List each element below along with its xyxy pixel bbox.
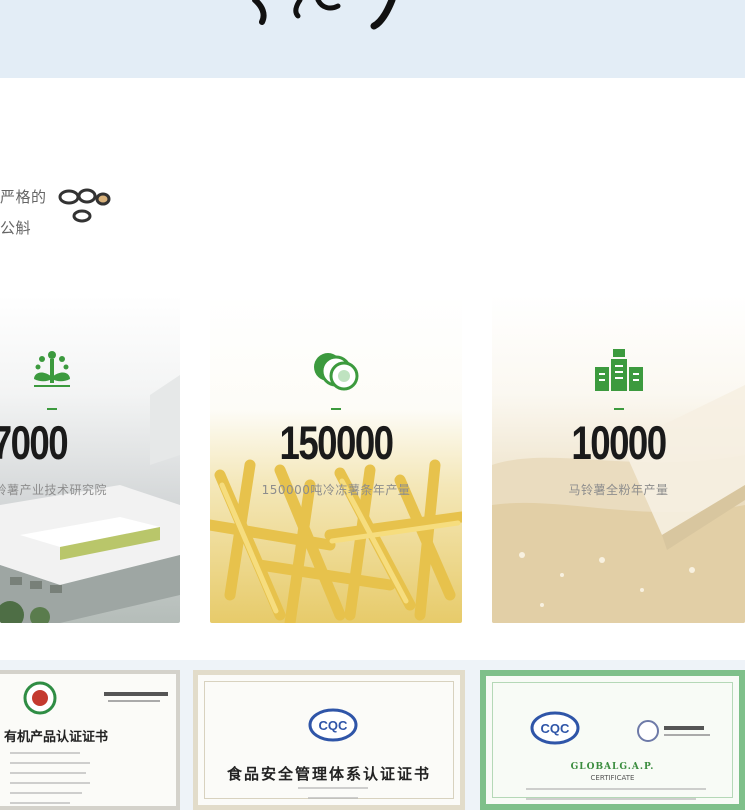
stat-divider [613,408,624,410]
stat-card-research: 17000 中国马铃薯产业技术研究院 [0,295,180,623]
organic-seal-icon [23,681,168,715]
intro-text: 严格的 公斛 [0,183,120,243]
stat-description: 150000吨冷冻薯条年产量 [261,483,411,497]
stat-card-fries: 150000 150000吨冷冻薯条年产量 [210,295,462,623]
certificate-title: GLOBALG.A.P. [570,762,655,772]
cqc-logo-text: CQC [319,718,349,733]
certificate-globalgap: CQC GLOBALG.A.P. CERTIFICATE [480,670,745,810]
certificate-title: 食品安全管理体系认证证书 [226,765,431,783]
certificate-subtitle: CERTIFICATE [590,774,635,782]
plant-icon [34,351,70,387]
intro-line-1: 严格的 [0,188,47,206]
intro-line-2: 公斛 [0,219,32,237]
text-line [10,752,80,754]
hero-banner [0,0,745,78]
stat-number: 10000 [571,416,667,469]
cqc-logo-text: CQC [541,721,571,736]
certificate-organic: 有机产品认证证书 [0,670,180,810]
potato-icon [58,188,111,223]
stat-number: 150000 [279,416,395,469]
text-line [10,802,70,804]
potato-slice-icon [314,353,359,391]
text-line [10,782,90,784]
certificate-food-safety: CQC 食品安全管理体系认证证书 [193,670,465,810]
stat-divider [47,408,57,410]
certificate-title: 有机产品认证证书 [4,730,109,745]
text-line [10,762,90,764]
text-line [10,792,82,794]
text-line [10,772,86,774]
stat-description: 马铃薯全粉年产量 [568,483,669,497]
text-line [308,797,358,799]
cqc-logo-icon: CQC [530,711,580,745]
stat-divider [331,408,341,410]
text-line [526,788,706,790]
stat-description: 中国马铃薯产业技术研究院 [0,483,107,497]
cqc-logo-icon: CQC [308,708,358,742]
gfsi-logo-icon [637,720,710,742]
stat-card-powder: 10000 马铃薯全粉年产量 [492,295,745,623]
text-line [526,798,696,800]
stat-number: 17000 [0,416,69,469]
factory-icon [594,349,643,391]
calligraphy-decoration [252,0,396,30]
text-line [298,787,368,789]
